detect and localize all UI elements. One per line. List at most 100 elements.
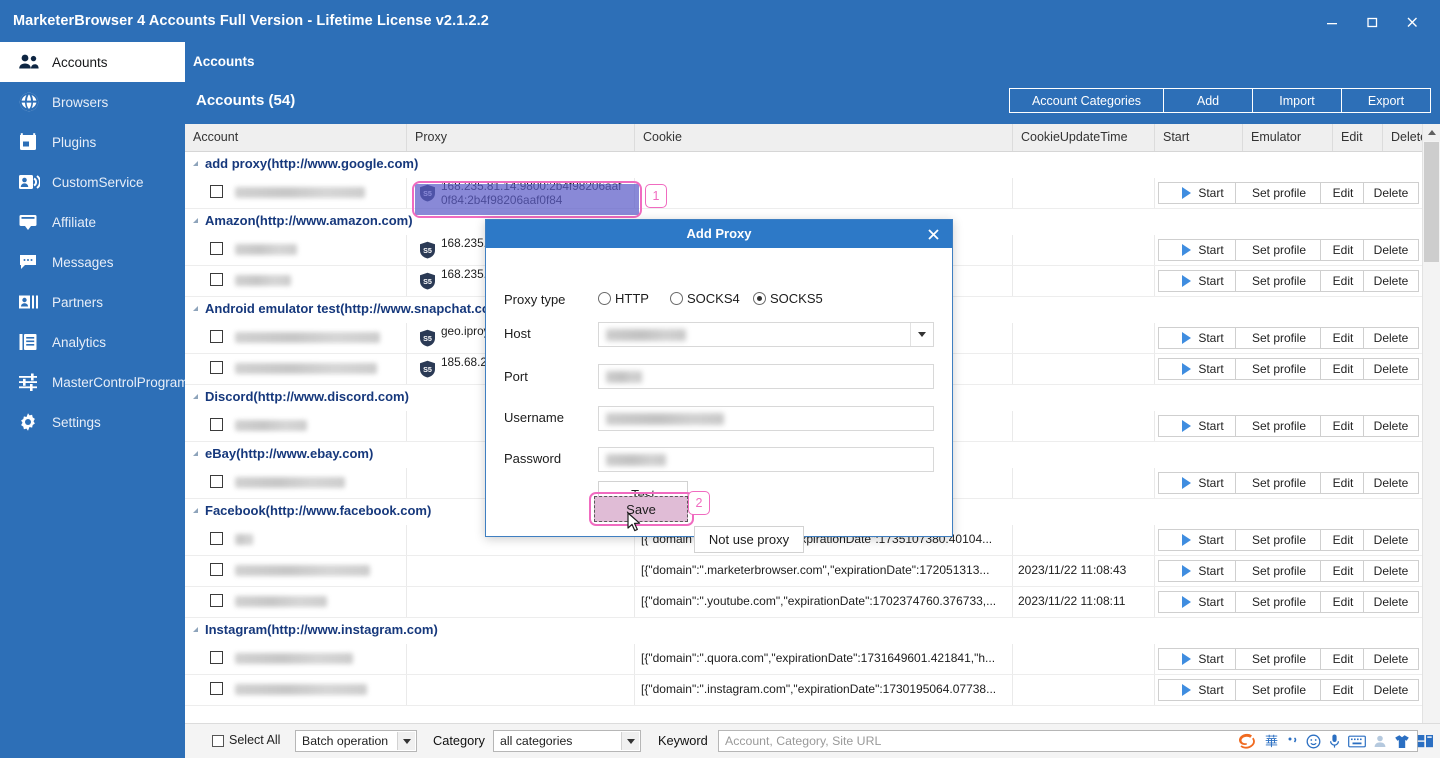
- sidebar-item-analytics[interactable]: Analytics: [0, 322, 185, 362]
- row-checkbox[interactable]: [210, 185, 223, 198]
- row-checkbox[interactable]: [210, 361, 223, 374]
- column-header-account[interactable]: Account: [185, 124, 407, 151]
- toolbox-icon[interactable]: [1417, 734, 1434, 748]
- table-row[interactable]: [{"domain":".instagram.com","expirationD…: [185, 675, 1440, 706]
- category-select[interactable]: all categories: [493, 730, 641, 752]
- row-checkbox[interactable]: [210, 273, 223, 286]
- proxy-cell[interactable]: [407, 556, 635, 586]
- edit-button[interactable]: Edit: [1320, 327, 1366, 349]
- scroll-up-icon[interactable]: [1423, 124, 1440, 141]
- column-header-start[interactable]: Start: [1155, 124, 1243, 151]
- chevron-down-icon[interactable]: [397, 732, 415, 750]
- collapse-triangle-icon[interactable]: [193, 627, 198, 632]
- proxy-type-socks4-radio[interactable]: SOCKS4: [670, 291, 740, 306]
- add-button[interactable]: Add: [1163, 88, 1253, 113]
- collapse-triangle-icon[interactable]: [193, 394, 198, 399]
- delete-button[interactable]: Delete: [1363, 415, 1419, 437]
- close-icon[interactable]: [923, 224, 943, 244]
- group-header[interactable]: Instagram(http://www.instagram.com): [185, 618, 1440, 644]
- delete-button[interactable]: Delete: [1363, 591, 1419, 613]
- delete-button[interactable]: Delete: [1363, 529, 1419, 551]
- set-profile-button[interactable]: Set profile: [1235, 415, 1323, 437]
- set-profile-button[interactable]: Set profile: [1235, 358, 1323, 380]
- edit-button[interactable]: Edit: [1320, 529, 1366, 551]
- sidebar-item-messages[interactable]: Messages: [0, 242, 185, 282]
- table-row[interactable]: [{"domain":".marketerbrowser.com","expir…: [185, 556, 1440, 587]
- set-profile-button[interactable]: Set profile: [1235, 529, 1323, 551]
- collapse-triangle-icon[interactable]: [193, 508, 198, 513]
- set-profile-button[interactable]: Set profile: [1235, 327, 1323, 349]
- delete-button[interactable]: Delete: [1363, 560, 1419, 582]
- column-header-emulator[interactable]: Emulator: [1243, 124, 1333, 151]
- row-checkbox[interactable]: [210, 563, 223, 576]
- delete-button[interactable]: Delete: [1363, 648, 1419, 670]
- punctuation-icon[interactable]: [1286, 734, 1299, 748]
- sidebar-item-settings[interactable]: Settings: [0, 402, 185, 442]
- minimize-icon[interactable]: [1312, 8, 1352, 36]
- edit-button[interactable]: Edit: [1320, 415, 1366, 437]
- maximize-icon[interactable]: [1352, 8, 1392, 36]
- collapse-triangle-icon[interactable]: [193, 161, 198, 166]
- microphone-icon[interactable]: [1328, 733, 1341, 749]
- proxy-cell[interactable]: [407, 675, 635, 705]
- emoji-icon[interactable]: [1306, 734, 1321, 749]
- row-checkbox[interactable]: [210, 682, 223, 695]
- set-profile-button[interactable]: Set profile: [1235, 472, 1323, 494]
- proxy-type-socks5-radio[interactable]: SOCKS5: [753, 291, 823, 306]
- delete-button[interactable]: Delete: [1363, 472, 1419, 494]
- set-profile-button[interactable]: Set profile: [1235, 679, 1323, 701]
- port-input[interactable]: [598, 364, 934, 389]
- chevron-down-icon[interactable]: [910, 323, 933, 346]
- column-header-edit[interactable]: Edit: [1333, 124, 1383, 151]
- password-input[interactable]: [598, 447, 934, 472]
- column-header-cookieupdatetime[interactable]: CookieUpdateTime: [1013, 124, 1155, 151]
- table-row[interactable]: [{"domain":".youtube.com","expirationDat…: [185, 587, 1440, 618]
- vertical-scrollbar[interactable]: [1422, 124, 1440, 758]
- host-input[interactable]: [598, 322, 934, 347]
- sidebar-item-plugins[interactable]: Plugins: [0, 122, 185, 162]
- account-categories-button[interactable]: Account Categories: [1009, 88, 1164, 113]
- edit-button[interactable]: Edit: [1320, 679, 1366, 701]
- collapse-triangle-icon[interactable]: [193, 306, 198, 311]
- skin-icon[interactable]: [1394, 734, 1410, 749]
- set-profile-button[interactable]: Set profile: [1235, 270, 1323, 292]
- set-profile-button[interactable]: Set profile: [1235, 591, 1323, 613]
- delete-button[interactable]: Delete: [1363, 182, 1419, 204]
- close-icon[interactable]: [1392, 8, 1432, 36]
- delete-button[interactable]: Delete: [1363, 358, 1419, 380]
- row-checkbox[interactable]: [210, 330, 223, 343]
- proxy-cell[interactable]: [407, 644, 635, 674]
- delete-button[interactable]: Delete: [1363, 270, 1419, 292]
- sidebar-item-browsers[interactable]: Browsers: [0, 82, 185, 122]
- row-checkbox[interactable]: [210, 418, 223, 431]
- edit-button[interactable]: Edit: [1320, 182, 1366, 204]
- column-header-proxy[interactable]: Proxy: [407, 124, 635, 151]
- collapse-triangle-icon[interactable]: [193, 218, 198, 223]
- batch-operation-select[interactable]: Batch operation: [295, 730, 417, 752]
- edit-button[interactable]: Edit: [1320, 358, 1366, 380]
- delete-button[interactable]: Delete: [1363, 239, 1419, 261]
- group-header[interactable]: add proxy(http://www.google.com): [185, 152, 1440, 178]
- collapse-triangle-icon[interactable]: [193, 451, 198, 456]
- user-icon[interactable]: [1373, 734, 1387, 749]
- table-row[interactable]: [{"domain":".quora.com","expirationDate"…: [185, 644, 1440, 675]
- column-header-cookie[interactable]: Cookie: [635, 124, 1013, 151]
- row-checkbox[interactable]: [210, 475, 223, 488]
- not-use-proxy-button[interactable]: Not use proxy: [694, 526, 804, 553]
- sidebar-item-partners[interactable]: Partners: [0, 282, 185, 322]
- sidebar-item-mastercontrolprogram[interactable]: MasterControlProgram: [0, 362, 189, 402]
- row-checkbox[interactable]: [210, 532, 223, 545]
- set-profile-button[interactable]: Set profile: [1235, 239, 1323, 261]
- set-profile-button[interactable]: Set profile: [1235, 182, 1323, 204]
- select-all-checkbox[interactable]: [212, 735, 224, 747]
- export-button[interactable]: Export: [1341, 88, 1431, 113]
- row-checkbox[interactable]: [210, 651, 223, 664]
- proxy-cell[interactable]: [407, 587, 635, 617]
- delete-button[interactable]: Delete: [1363, 679, 1419, 701]
- edit-button[interactable]: Edit: [1320, 239, 1366, 261]
- edit-button[interactable]: Edit: [1320, 270, 1366, 292]
- delete-button[interactable]: Delete: [1363, 327, 1419, 349]
- row-checkbox[interactable]: [210, 594, 223, 607]
- set-profile-button[interactable]: Set profile: [1235, 648, 1323, 670]
- chevron-down-icon[interactable]: [621, 732, 639, 750]
